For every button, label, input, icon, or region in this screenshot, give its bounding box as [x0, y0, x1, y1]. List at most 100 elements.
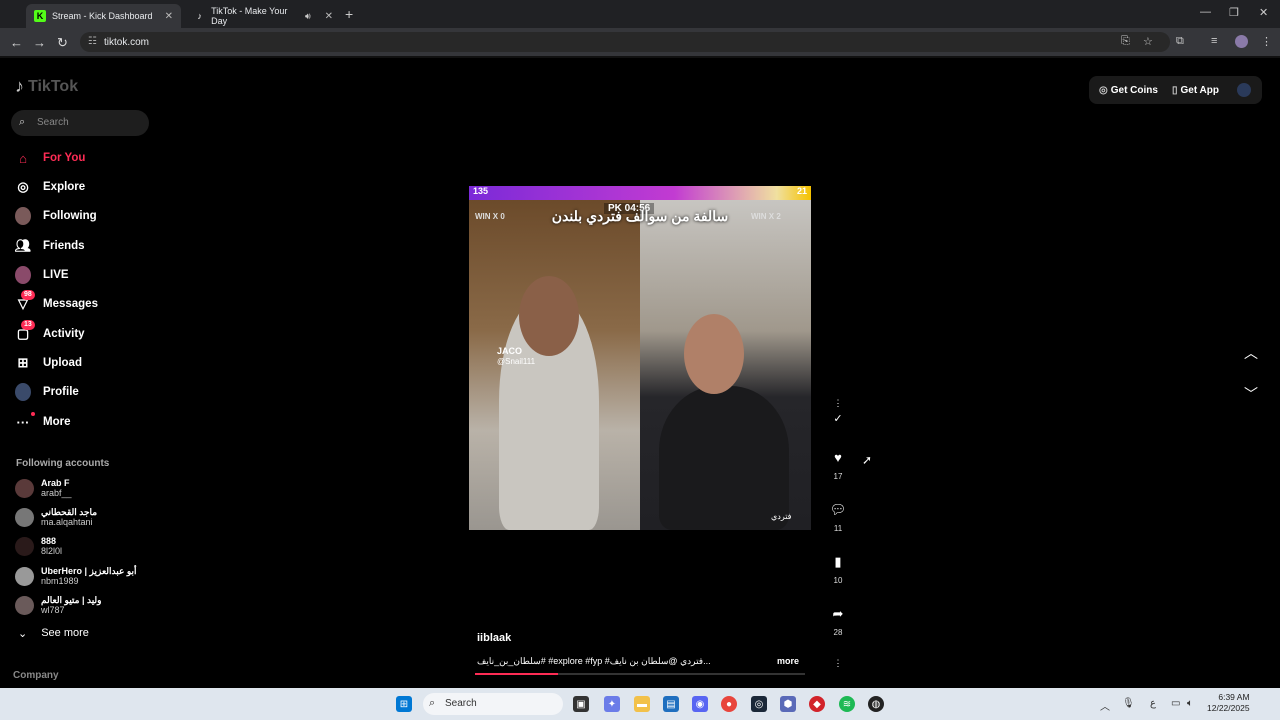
close-window-button[interactable]: ✕: [1259, 6, 1268, 19]
more-icon: ···: [15, 412, 35, 430]
more-button[interactable]: more: [772, 656, 799, 666]
speaker-icon[interactable]: 🔊︎: [305, 11, 311, 22]
kick-icon: K: [34, 10, 46, 22]
activity-icon: ▢ 13: [15, 320, 35, 342]
forward-button[interactable]: →: [33, 35, 46, 50]
tab-title: TikTok - Make Your Day: [211, 6, 288, 26]
tab-kick-dashboard[interactable]: K Stream - Kick Dashboard ✕: [26, 4, 181, 28]
microphone-icon[interactable]: 🎙︎: [1122, 698, 1135, 709]
video-caption: سالفة من سوالف فتردي بلندن: [551, 208, 729, 224]
nav-for-you[interactable]: ⌂ For You: [15, 147, 85, 169]
chrome-icon[interactable]: ●: [721, 696, 737, 712]
chevron-down-icon: ⌄: [18, 628, 28, 640]
account-item[interactable]: 888 8l2l0l: [15, 533, 62, 559]
upload-icon: ⊞: [17, 355, 29, 370]
tab-title: Stream - Kick Dashboard: [52, 11, 153, 21]
person-left-head: [519, 276, 579, 356]
account-item[interactable]: Arab Farabf__: [15, 475, 72, 501]
store-icon[interactable]: ▤: [663, 696, 679, 712]
see-more-button[interactable]: ⌄ See more: [18, 627, 89, 640]
company-link[interactable]: Company: [13, 670, 59, 681]
nav-profile[interactable]: Profile: [15, 381, 79, 403]
obs-icon[interactable]: ◍: [868, 696, 884, 712]
avatar: [15, 595, 34, 615]
app-icon[interactable]: ⬢: [780, 696, 796, 712]
account-item[interactable]: ماجد القحطاني ma.alqahtani: [15, 504, 97, 530]
file-explorer-icon[interactable]: ▬: [634, 696, 650, 712]
site-info-icon[interactable]: ☷: [88, 36, 97, 47]
tab-tiktok[interactable]: ♪ TikTok - Make Your Day 🔊︎ ✕: [186, 4, 341, 28]
person-right: [659, 386, 789, 530]
like-button[interactable]: ♥: [834, 450, 842, 468]
avatar: [15, 207, 31, 225]
network-icon[interactable]: ▭: [1171, 698, 1180, 709]
steam-icon[interactable]: ◎: [751, 696, 767, 712]
get-coins-button[interactable]: ◎ Get Coins: [1099, 85, 1158, 96]
back-button[interactable]: ←: [10, 35, 23, 50]
nav-live[interactable]: LIVE: [15, 264, 69, 286]
comment-icon: 💬︎: [829, 502, 847, 517]
share-count: 28: [833, 628, 843, 637]
extensions-icon[interactable]: ⧉: [1176, 35, 1184, 48]
reload-button[interactable]: ↻: [57, 35, 68, 51]
next-video-button[interactable]: ﹀: [1244, 384, 1258, 404]
new-tab-button[interactable]: +: [345, 6, 353, 22]
discord-icon[interactable]: ◉: [692, 696, 708, 712]
profile-avatar[interactable]: [1237, 83, 1251, 97]
account-item[interactable]: UberHero | أبو عبدالعزيز nbm1989: [15, 563, 137, 589]
profile-avatar[interactable]: [1235, 35, 1248, 48]
taskbar-search[interactable]: ⌕ Search: [423, 693, 563, 715]
menu-icon[interactable]: ⋮: [1261, 35, 1272, 48]
comment-button[interactable]: 💬︎: [830, 502, 847, 520]
spotify-icon[interactable]: ≋: [839, 696, 855, 712]
video-author[interactable]: iiblaak: [477, 632, 511, 644]
chevron-up-icon: ︿: [1244, 345, 1258, 361]
url-bar[interactable]: ☷ tiktok.com: [80, 32, 1170, 52]
comment-count: 11: [833, 524, 843, 533]
dots-icon: ⋮: [833, 658, 843, 668]
coin-icon: ◎: [1099, 84, 1108, 96]
volume-icon[interactable]: 🔈︎: [1187, 698, 1193, 709]
share-icon: ➦: [832, 606, 844, 621]
install-icon[interactable]: ⎘: [1121, 35, 1130, 48]
nav-upload[interactable]: ⊞ Upload: [15, 352, 82, 374]
task-view-icon[interactable]: ▣: [573, 696, 589, 712]
video-player[interactable]: 135 21 PK 04:56 WIN X 0 WIN X 2 سالفة من…: [469, 186, 811, 530]
windows-taskbar: ⊞ ⌕ Search ▣ ✦ ▬ ▤ ◉ ● ◎ ⬢ ◆ ≋ ◍ ︿ 🎙︎ ع …: [0, 688, 1280, 720]
nav-messages[interactable]: ▽ 98 Messages: [15, 290, 98, 315]
minimize-button[interactable]: —: [1200, 6, 1211, 18]
right-streamer-tag: فتردي: [771, 512, 792, 521]
nav-friends[interactable]: 👥︎ Friends: [15, 235, 85, 257]
url-text: tiktok.com: [104, 37, 150, 48]
share-button[interactable]: ➦: [833, 606, 844, 624]
maximize-button[interactable]: ❐: [1229, 6, 1239, 19]
video-progress-bar[interactable]: [475, 673, 805, 675]
search-input[interactable]: ⌕ Search: [11, 110, 149, 136]
save-button[interactable]: ▮: [834, 554, 841, 572]
nav-following[interactable]: Following: [15, 205, 97, 227]
messages-badge: 98: [21, 290, 35, 300]
friends-icon: 👥︎: [14, 238, 32, 253]
bookmark-star-icon[interactable]: ☆: [1143, 35, 1153, 48]
follow-check-icon[interactable]: ✓: [833, 412, 842, 450]
taskbar-clock[interactable]: 6:39 AM 12/22/2025: [1207, 692, 1250, 714]
app-red-icon[interactable]: ◆: [809, 696, 825, 712]
media-icon[interactable]: ≡: [1211, 35, 1217, 47]
previous-video-button[interactable]: ︿: [1244, 343, 1258, 363]
nav-explore[interactable]: ◎ Explore: [15, 176, 85, 198]
nav-activity[interactable]: ▢ 13 Activity: [15, 320, 85, 345]
get-app-button[interactable]: ▯ Get App: [1172, 85, 1219, 96]
nav-more[interactable]: ··· More: [15, 411, 70, 433]
language-indicator[interactable]: ع: [1150, 698, 1156, 709]
windows-start-icon[interactable]: ⊞: [396, 696, 412, 712]
avatar: [15, 507, 34, 527]
mouse-cursor-icon: ➚: [862, 453, 873, 467]
video-description: سلطان_بن_نايف# #explore #fyp #فتردي @سلط…: [477, 656, 799, 666]
person-right-head: [684, 314, 744, 394]
copilot-icon[interactable]: ✦: [604, 696, 620, 712]
close-icon[interactable]: ✕: [165, 11, 173, 22]
close-icon[interactable]: ✕: [325, 11, 333, 22]
tiktok-logo[interactable]: ♪ TikTok: [15, 76, 78, 97]
tray-chevron-icon[interactable]: ︿: [1100, 698, 1110, 713]
account-item[interactable]: وليد | متيو العالم wl787: [15, 592, 102, 618]
